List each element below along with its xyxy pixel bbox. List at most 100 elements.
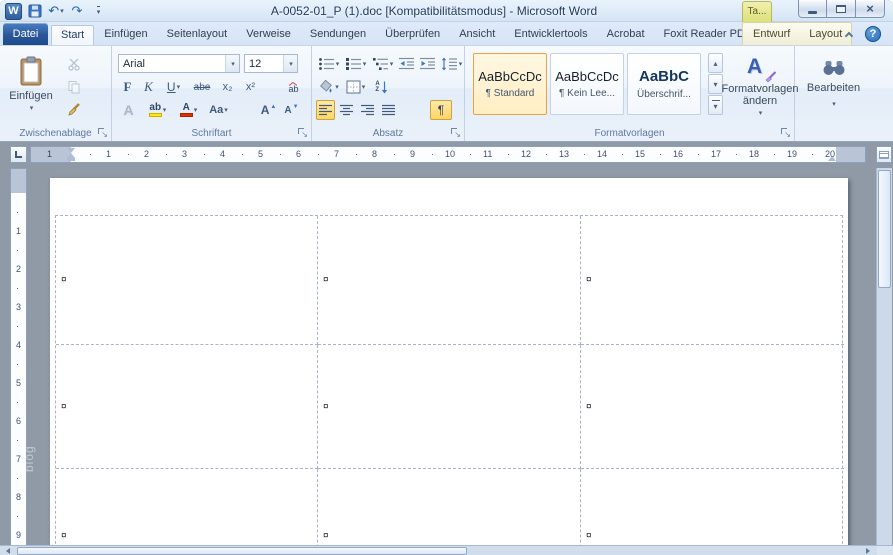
chevron-down-icon: ▾ <box>361 84 366 91</box>
document-page[interactable]: ¤ ¤ ¤ ¤ ¤ ¤ ¤ ¤ ¤ <box>50 178 848 545</box>
font-size-select[interactable]: 12 ▾ <box>244 54 298 73</box>
v-ruler[interactable]: · 1 · 2 · 3 · 4 · 5 · 6 · 7 · 8 · 9 <box>10 168 27 545</box>
table-cell[interactable]: ¤ <box>318 469 581 545</box>
horizontal-scrollbar[interactable] <box>0 545 893 555</box>
tab-seitenlayout[interactable]: Seitenlayout <box>158 25 237 45</box>
ruler-tick: · <box>16 473 19 483</box>
tab-überprüfen[interactable]: Überprüfen <box>376 25 449 45</box>
ruler-number: 9 <box>16 530 22 540</box>
table-cell[interactable]: ¤ <box>56 216 318 345</box>
undo-button[interactable]: ↶ ▾ <box>48 3 64 20</box>
justify-icon <box>382 104 395 116</box>
paragraph-dialog-launcher[interactable] <box>450 127 461 139</box>
horizontal-scrollbar-thumb[interactable] <box>17 547 467 555</box>
ruler-number: 2 <box>144 149 150 159</box>
save-button[interactable] <box>27 3 43 20</box>
vertical-scrollbar-thumb[interactable] <box>878 170 891 288</box>
align-center-button[interactable] <box>337 100 356 120</box>
ribbon-collapse-button[interactable] <box>841 27 857 41</box>
ribbon: Einfügen ▾ Zwischenablage ↘ Arial ▾ 12 ▾… <box>0 45 893 142</box>
scroll-right-button[interactable] <box>860 546 876 555</box>
minimize-button[interactable] <box>798 0 827 18</box>
chevron-down-icon[interactable]: ▾ <box>283 55 297 72</box>
table-cell[interactable]: ¤ <box>581 469 844 545</box>
justify-button[interactable] <box>379 100 398 120</box>
style-item-überschrif-[interactable]: AaBbC Überschrif... <box>627 53 701 115</box>
strikethrough-button[interactable]: abe <box>189 77 215 97</box>
font-name-select[interactable]: Arial ▾ <box>118 54 240 73</box>
style-gallery-up-button[interactable]: ▴ <box>708 53 723 73</box>
align-left-button[interactable] <box>316 100 335 120</box>
file-tab[interactable]: Datei <box>3 23 48 45</box>
superscript-button[interactable]: x² <box>240 77 261 97</box>
ruler-tick: · <box>431 149 434 159</box>
tab-start[interactable]: Start <box>51 25 95 45</box>
subscript-button[interactable]: x₂ <box>217 77 238 97</box>
table-cell[interactable]: ¤ <box>581 216 844 345</box>
tab-ansicht[interactable]: Ansicht <box>450 25 504 45</box>
format-painter-button[interactable] <box>62 100 86 120</box>
decrease-indent-button[interactable] <box>397 54 416 74</box>
numbered-list-icon <box>345 58 361 70</box>
tab-acrobat[interactable]: Acrobat <box>598 25 654 45</box>
tab-sendungen[interactable]: Sendungen <box>301 25 375 45</box>
close-button[interactable]: × <box>856 0 885 18</box>
text-effects-button[interactable]: A <box>118 100 139 120</box>
redo-button[interactable]: ↷ <box>69 3 85 20</box>
cell-end-marker: ¤ <box>61 274 67 286</box>
chevron-down-icon[interactable]: ▾ <box>225 55 239 72</box>
italic-button[interactable]: K <box>139 77 158 97</box>
change-case-button[interactable]: Aa ▾ <box>205 100 232 120</box>
contextual-tab-entwurf[interactable]: Entwurf <box>744 25 799 45</box>
table-cell[interactable]: ¤ <box>56 469 318 545</box>
maximize-button[interactable] <box>827 0 856 18</box>
table-cell[interactable]: ¤ <box>318 345 581 469</box>
bold-button[interactable]: F <box>118 77 137 97</box>
increase-indent-button[interactable] <box>418 54 437 74</box>
contextual-tools-chip[interactable]: Ta... <box>742 1 772 22</box>
h-ruler[interactable]: 1 · 1 · 2 · 3 · 4 · 5 · 6 · 7 · 8 · 9 · 10 · 11 · 12 · 13 · 14 · 15 · 16… <box>30 146 866 163</box>
tab-einfügen[interactable]: Einfügen <box>95 25 156 45</box>
help-button[interactable]: ? <box>865 26 881 42</box>
clipboard-dialog-launcher[interactable] <box>97 127 108 139</box>
font-dialog-launcher[interactable] <box>297 127 308 139</box>
style-item--standard[interactable]: AaBbCcDc ¶ Standard <box>473 53 547 115</box>
ruler-tick: · <box>583 149 586 159</box>
highlight-color-button[interactable]: ab ▾ <box>143 100 172 120</box>
tab-entwicklertools[interactable]: Entwicklertools <box>505 25 596 45</box>
scroll-left-button[interactable] <box>0 546 16 555</box>
bullets-button[interactable]: ▾ <box>316 54 341 74</box>
qat-customize-button[interactable]: ▾ <box>90 3 106 20</box>
word-app-icon[interactable]: W <box>5 2 22 20</box>
table-cell[interactable]: ¤ <box>318 216 581 345</box>
editing-button[interactable]: Bearbeiten ▾ <box>799 54 868 132</box>
shading-button[interactable]: ▾ <box>316 77 341 97</box>
line-spacing-button[interactable]: ▾ <box>439 54 464 74</box>
phonetic-guide-button[interactable]: ab <box>282 77 305 97</box>
tab-verweise[interactable]: Verweise <box>237 25 300 45</box>
underline-button[interactable]: U ▾ <box>160 77 187 97</box>
styles-dialog-launcher[interactable] <box>780 127 791 139</box>
shrink-font-button[interactable]: A ▼ <box>281 100 302 120</box>
cut-button[interactable] <box>62 54 86 74</box>
style-item--kein-lee-[interactable]: AaBbCcDc ¶ Kein Lee... <box>550 53 624 115</box>
numbering-button[interactable]: ▾ <box>343 54 368 74</box>
multilevel-list-button[interactable]: ▾ <box>370 54 395 74</box>
borders-button[interactable]: ▾ <box>343 77 368 97</box>
sort-button[interactable]: AZ <box>370 77 393 97</box>
align-right-button[interactable] <box>358 100 377 120</box>
copy-button[interactable] <box>62 77 86 97</box>
multilevel-list-icon <box>372 58 388 70</box>
ruler-toggle-button[interactable] <box>876 146 892 163</box>
paste-button[interactable]: Einfügen ▾ <box>6 52 56 128</box>
vertical-scrollbar[interactable] <box>876 168 892 545</box>
change-styles-button[interactable]: A Formatvorlagen ändern ▾ <box>721 51 798 135</box>
tab-stop-selector[interactable] <box>10 146 27 163</box>
ruler-tick: · <box>16 283 19 293</box>
table-cell[interactable]: ¤ <box>56 345 318 469</box>
grow-font-button[interactable]: A ▲ <box>258 100 279 120</box>
show-formatting-marks-button[interactable]: ¶ <box>430 100 452 120</box>
table-cell[interactable]: ¤ <box>581 345 844 469</box>
font-color-button[interactable]: A ▾ <box>174 100 203 120</box>
hanging-indent-marker[interactable] <box>67 153 75 161</box>
